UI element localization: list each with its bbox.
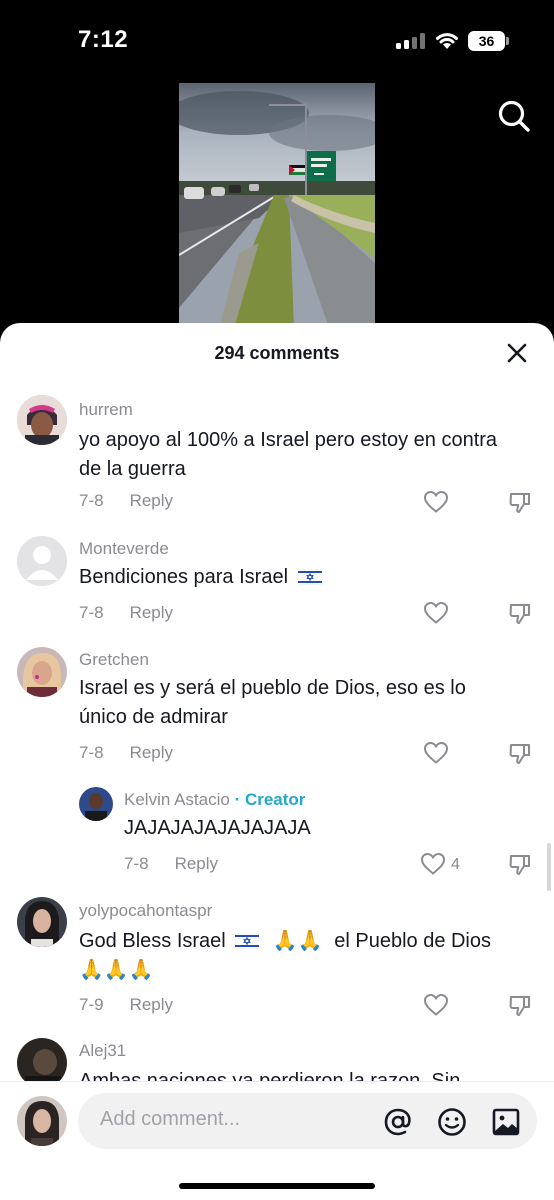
avatar[interactable] (17, 897, 67, 947)
israel-flag-icon (297, 569, 322, 585)
scrollbar[interactable] (547, 843, 551, 891)
comment-text: God Bless Israel 🙏🙏 el Pueblo de Dios 🙏🙏… (79, 927, 529, 985)
wifi-icon (436, 33, 458, 49)
comment-date: 7-8 (79, 743, 104, 762)
comments-header: 294 comments (0, 323, 554, 381)
comment-username[interactable]: Gretchen (79, 650, 149, 670)
thumbs-down-icon[interactable] (508, 490, 532, 514)
comment-text: JAJAJAJAJAJAJAJA (124, 817, 311, 839)
comment-item: Gretchen Israel es y será el pueblo de D… (0, 647, 554, 783)
comment-username: Kelvin Astacio · Creator (124, 790, 305, 810)
comment-username[interactable]: yolypocahontaspr (79, 901, 212, 921)
avatar[interactable] (17, 1038, 67, 1081)
comment-meta: 7-8 Reply (79, 603, 173, 623)
comment-username[interactable]: Alej31 (79, 1041, 126, 1061)
comment-meta: 7-9 Reply (79, 995, 173, 1015)
thumbs-down-icon[interactable] (508, 993, 532, 1017)
comment-text-content: Bendiciones para Israel (79, 566, 289, 588)
comment-date: 7-8 (79, 603, 104, 622)
comment-username[interactable]: hurrem (79, 400, 133, 420)
comment-item: hurrem yo apoyo al 100% a Israel pero es… (0, 395, 554, 531)
emoji-icon[interactable] (437, 1107, 467, 1137)
praying-hands-emoji: 🙏🙏🙏 (79, 959, 154, 981)
search-icon[interactable] (496, 98, 532, 134)
heart-icon[interactable] (420, 852, 446, 876)
current-user-avatar (17, 1096, 67, 1146)
heart-icon[interactable] (423, 993, 449, 1017)
comments-sheet: 294 comments hurrem yo apoyo al 100% a I… (0, 323, 554, 1200)
reply-button[interactable]: Reply (130, 603, 173, 622)
reply-button[interactable]: Reply (175, 854, 218, 873)
comment-meta: 7-8 Reply (79, 743, 173, 763)
comment-item: Monteverde Bendiciones para Israel 7-8 Re… (0, 536, 554, 646)
avatar[interactable] (17, 647, 67, 697)
comment-meta: 7-8 Reply (124, 854, 218, 874)
thumbs-down-icon[interactable] (508, 741, 532, 765)
reply-button[interactable]: Reply (130, 743, 173, 762)
comment-text-part: God Bless Israel (79, 930, 226, 952)
israel-flag-icon (235, 933, 260, 949)
status-bar: 7:12 36 (0, 0, 554, 80)
heart-icon[interactable] (423, 741, 449, 765)
comment-date: 7-9 (79, 995, 104, 1014)
reply-button[interactable]: Reply (130, 995, 173, 1014)
comment-date: 7-8 (124, 854, 149, 873)
at-sign-icon[interactable] (383, 1107, 413, 1137)
praying-hands-emoji: 🙏🙏 (272, 930, 323, 952)
comment-text: Israel es y será el pueblo de Dios, eso … (79, 677, 466, 728)
comment-item: yolypocahontaspr God Bless Israel 🙏🙏 el … (0, 897, 554, 1033)
avatar[interactable] (17, 395, 67, 445)
reply-button[interactable]: Reply (130, 491, 173, 510)
close-icon[interactable] (506, 342, 528, 364)
comment-text-part: el Pueblo de Dios (334, 930, 492, 952)
home-indicator (179, 1183, 375, 1189)
signal-icon (396, 33, 426, 49)
heart-icon[interactable] (423, 490, 449, 514)
image-icon[interactable] (491, 1107, 521, 1137)
comment-username[interactable]: Monteverde (79, 539, 169, 559)
comment-item: Alej31 Ambas naciones ya perdieron la ra… (0, 1038, 554, 1081)
like-count: 4 (451, 856, 460, 873)
reply-item: Kelvin Astacio · Creator JAJAJAJAJAJAJAJ… (0, 787, 554, 887)
comment-date: 7-8 (79, 491, 104, 510)
reply-username[interactable]: Kelvin Astacio (124, 790, 230, 809)
comments-count-title: 294 comments (214, 343, 340, 363)
status-time: 7:12 (78, 26, 129, 53)
comment-text: yo apoyo al 100% a Israel pero estoy en … (79, 429, 498, 480)
heart-icon[interactable] (423, 601, 449, 625)
avatar[interactable] (17, 536, 67, 586)
thumbs-down-icon[interactable] (508, 601, 532, 625)
video-frame-image (179, 83, 375, 328)
comment-input[interactable]: Add comment... (78, 1093, 537, 1149)
creator-badge: · Creator (234, 790, 306, 809)
thumbs-down-icon[interactable] (508, 852, 532, 876)
avatar[interactable] (79, 787, 113, 821)
comment-text: Ambas naciones ya perdieron la razon. Si… (79, 1070, 461, 1081)
video-preview[interactable] (179, 83, 375, 328)
comment-text: Bendiciones para Israel (79, 563, 499, 592)
comment-list[interactable]: hurrem yo apoyo al 100% a Israel pero es… (0, 381, 554, 1081)
comment-input-placeholder: Add comment... (100, 1108, 241, 1130)
comment-composer: Add comment... (0, 1081, 554, 1200)
comment-meta: 7-8 Reply (79, 491, 173, 511)
battery-icon: 36 (468, 31, 509, 51)
battery-level: 36 (468, 31, 505, 51)
